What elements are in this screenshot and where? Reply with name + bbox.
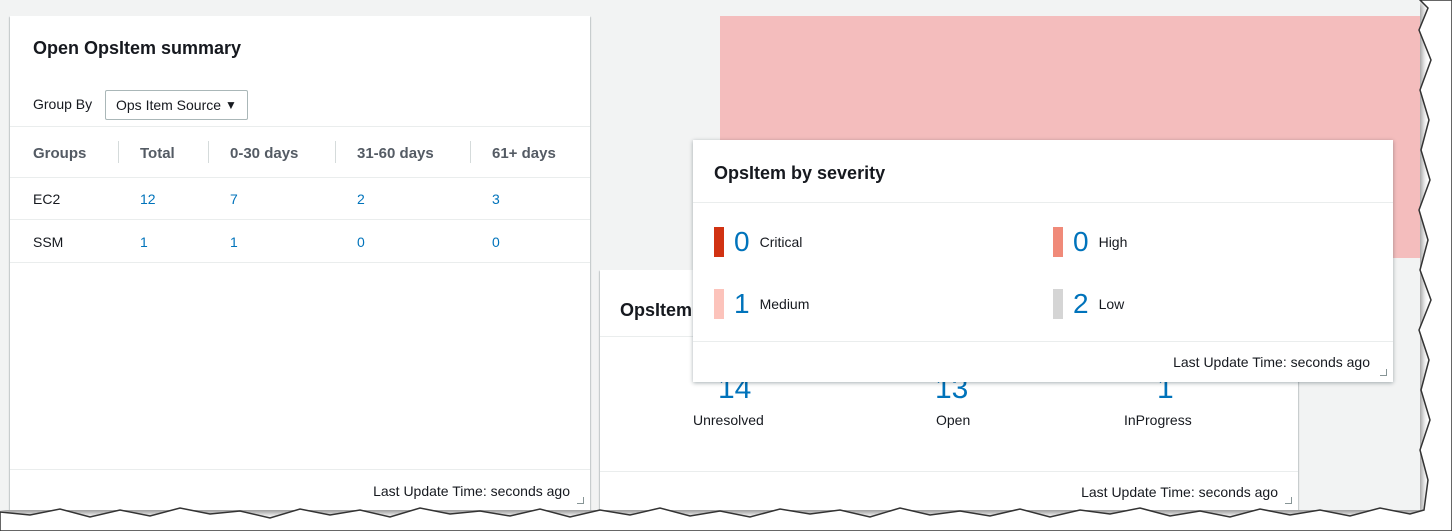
torn-edge-decoration: [0, 0, 1452, 531]
